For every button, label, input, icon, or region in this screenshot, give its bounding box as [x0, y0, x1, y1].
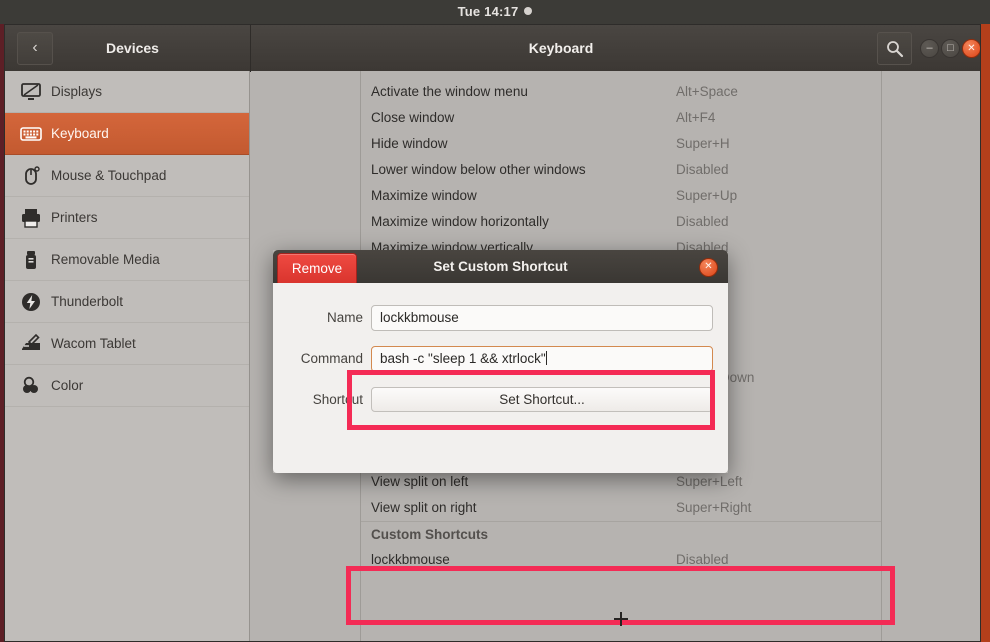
- wacom-tablet-icon: [20, 333, 42, 355]
- shortcut-name: Maximize window: [371, 188, 477, 203]
- shortcut-section-header: Custom Shortcuts: [361, 521, 881, 548]
- window-header-bar: ‹ Devices Keyboard – □ ✕: [5, 25, 980, 72]
- thunderbolt-icon: [20, 291, 42, 313]
- mouse-cursor-plus: [614, 612, 628, 626]
- printer-icon: [20, 207, 42, 229]
- shortcut-name: Custom Shortcuts: [371, 527, 489, 542]
- window-right-edge: [981, 24, 990, 642]
- name-input[interactable]: lockkbmouse: [371, 305, 713, 331]
- shortcut-name: Lower window below other windows: [371, 162, 586, 177]
- usb-drive-icon: [20, 249, 42, 271]
- shortcut-value: Disabled: [676, 214, 729, 229]
- mouse-icon: [20, 165, 42, 187]
- sidebar-item-printers[interactable]: Printers: [5, 197, 249, 239]
- sidebar-item-label: Printers: [51, 210, 98, 225]
- color-profile-icon: [20, 375, 42, 397]
- shortcut-row[interactable]: Close window Alt+F4: [361, 105, 881, 131]
- minimize-button[interactable]: –: [920, 39, 939, 58]
- sidebar-item-label: Wacom Tablet: [51, 336, 136, 351]
- shortcut-row[interactable]: Hide window Super+H: [361, 131, 881, 157]
- sidebar-item-thunderbolt[interactable]: Thunderbolt: [5, 281, 249, 323]
- shortcut-value: Disabled: [676, 552, 729, 567]
- shortcut-row[interactable]: lockkbmouse Disabled: [361, 547, 881, 573]
- search-button[interactable]: [877, 32, 912, 65]
- shortcut-label: Shortcut: [312, 392, 363, 407]
- settings-window: ‹ Devices Keyboard – □ ✕ Displays Keyboar…: [4, 24, 981, 642]
- keyboard-icon: [20, 123, 42, 145]
- sidebar-item-label: Keyboard: [51, 126, 109, 141]
- command-label: Command: [300, 351, 363, 366]
- window-controls: – □ ✕: [920, 39, 980, 58]
- name-label: Name: [326, 310, 363, 325]
- shortcut-value: Super+Right: [676, 500, 752, 515]
- shortcut-name: lockkbmouse: [371, 552, 450, 567]
- shortcut-row[interactable]: Maximize window horizontally Disabled: [361, 209, 881, 235]
- set-custom-shortcut-dialog: Set Custom Shortcut Remove ✕ Name lockkb…: [273, 250, 728, 473]
- back-button[interactable]: ‹: [17, 32, 53, 65]
- close-icon: ✕: [967, 43, 976, 54]
- shortcut-row[interactable]: Activate the window menu Alt+Space: [361, 79, 881, 105]
- search-icon: [887, 41, 904, 58]
- shortcut-name: View split on right: [371, 500, 477, 515]
- command-input[interactable]: bash -c "sleep 1 && xtrlock": [371, 346, 713, 372]
- chevron-left-icon: ‹: [32, 39, 38, 56]
- sidebar-item-label: Color: [51, 378, 84, 393]
- sidebar-item-displays[interactable]: Displays: [5, 71, 249, 113]
- display-icon: [20, 81, 42, 103]
- shortcut-name: Activate the window menu: [371, 84, 528, 99]
- dialog-close-button[interactable]: ✕: [699, 258, 718, 277]
- circle-indicator-icon: [524, 7, 533, 15]
- minimize-icon: –: [926, 42, 933, 54]
- shortcut-row[interactable]: Lower window below other windows Disabled: [361, 157, 881, 183]
- shortcut-value: Super+Up: [676, 188, 738, 203]
- sidebar: Displays Keyboard Mouse & Touchpad Printers…: [5, 71, 250, 641]
- name-input-value: lockkbmouse: [380, 310, 459, 325]
- sidebar-item-color[interactable]: Color: [5, 365, 249, 407]
- screen: Tue 14:17 ‹ Devices Keyboard – □ ✕ Displ…: [0, 0, 990, 642]
- dialog-title-bar: Set Custom Shortcut Remove ✕: [273, 250, 728, 286]
- shortcut-value: Disabled: [676, 162, 729, 177]
- shortcut-row[interactable]: View split on right Super+Right: [361, 495, 881, 521]
- breadcrumb-devices[interactable]: Devices: [65, 25, 200, 71]
- remove-button[interactable]: Remove: [277, 253, 357, 286]
- sidebar-item-label: Thunderbolt: [51, 294, 124, 309]
- maximize-button[interactable]: □: [941, 39, 960, 58]
- sidebar-item-mouse-touchpad[interactable]: Mouse & Touchpad: [5, 155, 249, 197]
- shortcut-name: Close window: [371, 110, 455, 125]
- sidebar-item-label: Mouse & Touchpad: [51, 168, 167, 183]
- panel-clock[interactable]: Tue 14:17: [0, 0, 990, 24]
- dialog-body: Name lockkbmouse Command bash -c "sleep …: [273, 283, 728, 473]
- close-button[interactable]: ✕: [962, 39, 980, 58]
- page-title: Keyboard: [528, 40, 594, 56]
- shortcut-value: Alt+Space: [676, 84, 738, 99]
- shortcut-name: Hide window: [371, 136, 448, 151]
- shortcut-value: Alt+F4: [676, 110, 716, 125]
- panel-clock-text: Tue 14:17: [457, 4, 519, 19]
- desktop-top-panel: Tue 14:17: [0, 0, 990, 24]
- sidebar-item-removable-media[interactable]: Removable Media: [5, 239, 249, 281]
- command-input-value: bash -c "sleep 1 && xtrlock": [380, 351, 546, 366]
- text-caret: [545, 351, 547, 365]
- set-shortcut-button[interactable]: Set Shortcut...: [371, 387, 713, 412]
- shortcut-name: Maximize window horizontally: [371, 214, 549, 229]
- sidebar-item-keyboard[interactable]: Keyboard: [5, 113, 249, 155]
- sidebar-item-label: Displays: [51, 84, 103, 99]
- shortcut-value: Super+H: [676, 136, 730, 151]
- sidebar-item-wacom-tablet[interactable]: Wacom Tablet: [5, 323, 249, 365]
- maximize-icon: □: [947, 42, 954, 54]
- shortcut-row[interactable]: Maximize window Super+Up: [361, 183, 881, 209]
- sidebar-item-label: Removable Media: [51, 252, 160, 267]
